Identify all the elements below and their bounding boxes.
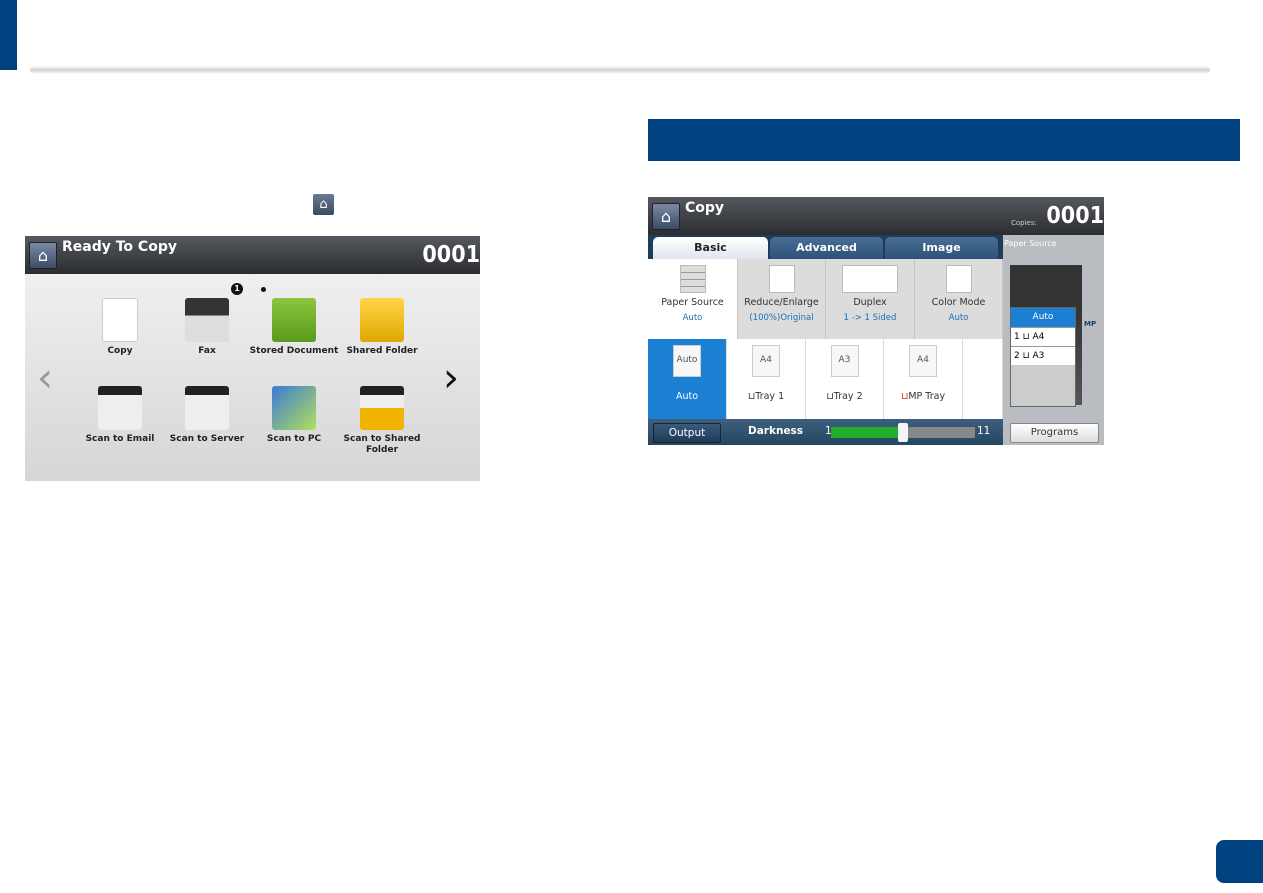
screen-title: Copy xyxy=(685,200,725,216)
header-rule xyxy=(30,66,1210,74)
copies-counter[interactable]: 0001 xyxy=(1046,203,1104,229)
darkness-max: 11 xyxy=(977,425,991,437)
copies-label: Copies: xyxy=(1011,219,1037,227)
tab-image[interactable]: Image xyxy=(885,237,998,259)
paper-tray-icon xyxy=(679,265,706,293)
page-dot[interactable] xyxy=(261,287,266,292)
app-scan-to-pc[interactable]: Scan to PC xyxy=(249,386,339,445)
paper-thumb: Auto xyxy=(673,345,701,377)
list-item-auto[interactable]: Auto xyxy=(1011,308,1075,327)
app-shared-folder[interactable]: Shared Folder xyxy=(337,298,427,357)
side-panel-title: Paper Source xyxy=(1004,239,1057,248)
tray-2[interactable]: A3 ⊔Tray 2 xyxy=(806,339,884,419)
chapter-marker xyxy=(0,0,17,70)
duplex-icon xyxy=(842,265,898,293)
home-screen-screenshot: ⌂ Ready To Copy 0001 1 ‹ › Copy Fax Stor… xyxy=(25,236,480,481)
scan-email-icon xyxy=(98,386,142,430)
scan-pc-icon xyxy=(272,386,316,430)
screen-title: Ready To Copy xyxy=(62,239,177,255)
mp-label: MP xyxy=(1084,320,1097,328)
section-header-bar xyxy=(648,119,1240,161)
stored-document-icon xyxy=(272,298,316,342)
app-scan-to-shared-folder[interactable]: Scan to Shared Folder xyxy=(337,386,427,456)
home-icon: ⌂ xyxy=(313,194,334,215)
list-item-tray1[interactable]: 1 ⊔ A4 xyxy=(1011,327,1075,346)
prev-arrow[interactable]: ‹ xyxy=(37,358,53,398)
paper-source-list: Auto 1 ⊔ A4 2 ⊔ A3 xyxy=(1010,307,1076,407)
page-dot-active[interactable]: 1 xyxy=(231,283,243,295)
paper-thumb: A4 xyxy=(752,345,780,377)
fax-icon xyxy=(185,298,229,342)
tray-empty xyxy=(963,339,1003,419)
reduce-enlarge-icon xyxy=(768,265,795,293)
app-fax[interactable]: Fax xyxy=(162,298,252,357)
copy-screen-screenshot: ⌂ Copy Copies: 0001 Basic Advanced Image… xyxy=(648,197,1104,445)
tab-advanced[interactable]: Advanced xyxy=(770,237,883,259)
scan-server-icon xyxy=(185,386,229,430)
tab-basic[interactable]: Basic xyxy=(653,237,768,259)
output-area: Output xyxy=(648,419,728,445)
darkness-fill xyxy=(831,427,903,438)
tray-1[interactable]: A4 ⊔Tray 1 xyxy=(727,339,806,419)
list-item-tray2[interactable]: 2 ⊔ A3 xyxy=(1011,346,1075,365)
paper-thumb: A4 xyxy=(909,345,937,377)
copy-counter: 0001 xyxy=(422,242,480,268)
shared-folder-icon xyxy=(360,298,404,342)
app-scan-to-email[interactable]: Scan to Email xyxy=(75,386,165,445)
darkness-label: Darkness xyxy=(748,425,804,437)
paper-thumb: A3 xyxy=(830,345,859,377)
app-stored-document[interactable]: Stored Document xyxy=(249,298,339,357)
tray-auto[interactable]: Auto Auto xyxy=(648,339,727,419)
darkness-control: Darkness 1 11 xyxy=(728,419,1003,445)
copy-icon xyxy=(102,298,138,342)
option-color-mode[interactable]: Color Mode Auto xyxy=(915,259,1003,339)
home-button[interactable]: ⌂ xyxy=(652,203,680,230)
tray-mp[interactable]: A4 ⊔MP Tray xyxy=(884,339,963,419)
screen-header: ⌂ Copy Copies: 0001 xyxy=(648,197,1104,235)
color-mode-icon xyxy=(945,265,972,293)
next-arrow[interactable]: › xyxy=(443,358,459,398)
darkness-slider-handle[interactable] xyxy=(898,423,908,442)
option-duplex[interactable]: Duplex 1 -> 1 Sided xyxy=(826,259,915,339)
programs-button[interactable]: Programs xyxy=(1010,423,1099,443)
app-copy[interactable]: Copy xyxy=(75,298,165,357)
tray-icon: ⊔ xyxy=(826,391,834,402)
screen-header: ⌂ Ready To Copy 0001 xyxy=(25,236,480,274)
option-reduce-enlarge[interactable]: Reduce/Enlarge (100%)Original xyxy=(738,259,826,339)
scan-shared-folder-icon xyxy=(360,386,404,430)
app-scan-to-server[interactable]: Scan to Server xyxy=(162,386,252,445)
page-number-badge xyxy=(1216,840,1263,883)
home-button[interactable]: ⌂ xyxy=(29,242,57,269)
output-button[interactable]: Output xyxy=(653,423,721,443)
option-paper-source[interactable]: Paper Source Auto xyxy=(648,259,738,339)
